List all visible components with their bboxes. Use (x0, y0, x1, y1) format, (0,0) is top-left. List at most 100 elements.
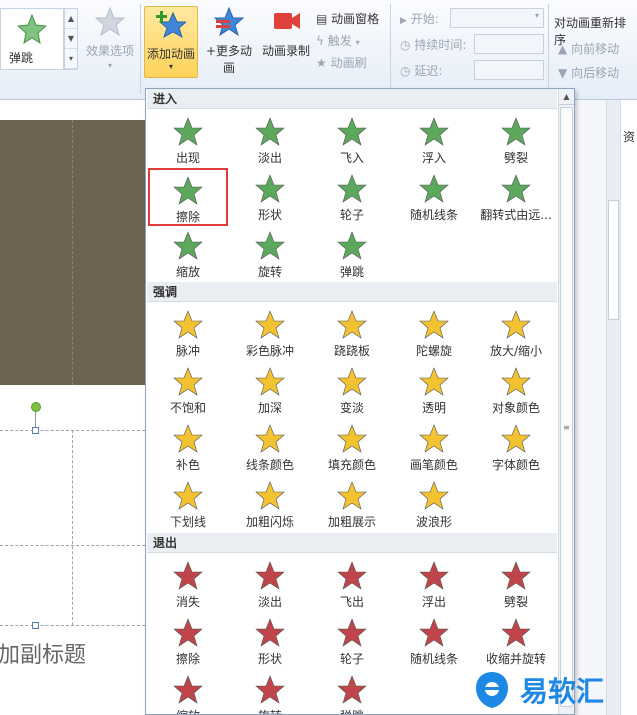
animation-item[interactable]: 对象颜色 (476, 361, 556, 419)
animation-item[interactable]: 形状 (230, 612, 310, 670)
lightning-icon: ϟ (316, 34, 324, 48)
animation-item[interactable]: 画笔颜色 (394, 418, 474, 476)
animation-item[interactable]: 彩色脉冲 (230, 304, 310, 362)
animation-item[interactable]: 轮子 (312, 168, 392, 226)
gallery-more-icon[interactable]: ▾ (65, 49, 77, 69)
gallery-down-icon[interactable]: ▼ (65, 29, 77, 49)
animation-item[interactable]: 淡出 (230, 111, 310, 169)
animation-item[interactable]: 线条颜色 (230, 418, 310, 476)
animation-item[interactable]: 劈裂 (476, 555, 556, 613)
animation-item[interactable]: 擦除 (148, 612, 228, 670)
animation-item[interactable]: 字体颜色 (476, 418, 556, 476)
animation-item[interactable]: 陀螺旋 (394, 304, 474, 362)
resize-handle-icon[interactable] (32, 427, 39, 434)
animation-item-label: 出现 (175, 151, 200, 165)
animation-item[interactable]: 淡出 (230, 555, 310, 613)
animation-item-label: 消失 (175, 595, 200, 609)
animation-item[interactable]: 形状 (230, 168, 310, 226)
subtitle-placeholder[interactable]: 加副标题 (0, 637, 86, 669)
star-icon (337, 174, 367, 203)
rotate-handle-icon[interactable] (31, 402, 41, 412)
duration-field[interactable] (474, 34, 544, 54)
animation-item-label: 字体颜色 (491, 458, 540, 472)
scrollbar-thumb[interactable] (608, 200, 619, 320)
effect-gallery-scroll[interactable]: ▲ ▼ ▾ (64, 8, 78, 70)
effect-options-button[interactable]: 效果选项 ▾ (82, 6, 138, 70)
animation-item[interactable]: 不饱和 (148, 361, 228, 419)
slide-canvas[interactable]: 加副标题 (0, 100, 145, 715)
animation-item-label: 飞出 (339, 595, 364, 609)
animation-item[interactable]: 随机线条 (394, 168, 474, 226)
add-animation-button[interactable]: 添加动画 ▾ (144, 6, 198, 78)
animation-item[interactable]: 浮入 (394, 111, 474, 169)
start-row: ▶ 开始: (400, 10, 439, 27)
gallery-scrollbar[interactable]: ▲ ≡ (558, 89, 574, 714)
delay-row: ◷ 延迟: (400, 62, 442, 79)
animation-painter-button[interactable]: ★ 动画刷 (316, 54, 367, 71)
scrollbar-thumb[interactable]: ≡ (560, 107, 573, 707)
slide-scrollbar[interactable] (606, 100, 620, 715)
animation-item[interactable]: 翻转式由远... (476, 168, 556, 226)
effect-gallery[interactable]: 弹跳 (0, 8, 64, 70)
animation-item-label: 下划线 (169, 515, 206, 529)
start-select[interactable]: ▾ (450, 8, 544, 28)
record-animation-button[interactable]: 动画录制 (259, 6, 313, 59)
animation-item[interactable]: 旋转 (230, 225, 310, 283)
effect-options-icon (95, 6, 125, 36)
animation-pane-button[interactable]: ▤ 动画窗格 (316, 10, 379, 27)
animation-item[interactable]: 浮出 (394, 555, 474, 613)
animation-item-label: 收缩并旋转 (485, 652, 546, 666)
animation-item[interactable]: 波浪形 (394, 475, 474, 533)
animation-item[interactable]: 擦除 (148, 168, 228, 226)
animation-item-label: 浮出 (421, 595, 446, 609)
move-earlier-label: 向前移动 (571, 42, 620, 56)
chevron-down-icon: ▾ (355, 38, 360, 47)
animation-item[interactable]: 飞入 (312, 111, 392, 169)
animation-item[interactable]: 收缩并旋转 (476, 612, 556, 670)
star-icon (173, 310, 203, 339)
clock-icon: ◷ (400, 38, 411, 52)
animation-item-label: 随机线条 (409, 208, 458, 222)
animation-item[interactable]: 补色 (148, 418, 228, 476)
animation-item[interactable]: 轮子 (312, 612, 392, 670)
star-icon (255, 424, 285, 453)
star-icon (419, 424, 449, 453)
animation-item[interactable]: 加粗展示 (312, 475, 392, 533)
trigger-button[interactable]: ϟ 触发 ▾ (316, 32, 360, 49)
animation-item[interactable]: 跷跷板 (312, 304, 392, 362)
animation-item[interactable]: 缩放 (148, 225, 228, 283)
move-later-button[interactable]: ▼ 向后移动 (558, 64, 619, 81)
delay-field[interactable] (474, 60, 544, 80)
star-icon (173, 561, 203, 590)
animation-item[interactable]: 脉冲 (148, 304, 228, 362)
star-icon (214, 6, 244, 36)
animation-item[interactable]: 弹跳 (312, 669, 392, 714)
animation-item[interactable]: 消失 (148, 555, 228, 613)
star-icon (337, 561, 367, 590)
gallery-up-icon[interactable]: ▲ (65, 9, 77, 29)
animation-item[interactable]: 透明 (394, 361, 474, 419)
resize-handle-icon[interactable] (32, 622, 39, 629)
animation-item[interactable]: 缩放 (148, 669, 228, 714)
animation-item[interactable]: 旋转 (230, 669, 310, 714)
star-icon (419, 117, 449, 146)
scroll-up-icon[interactable]: ▲ (559, 89, 574, 105)
animation-item[interactable]: 随机线条 (394, 612, 474, 670)
animation-item[interactable]: 填充颜色 (312, 418, 392, 476)
more-animations-button[interactable]: +更多动画 (201, 6, 257, 76)
animation-item[interactable]: 加深 (230, 361, 310, 419)
animation-item[interactable]: 加粗闪烁 (230, 475, 310, 533)
move-earlier-button[interactable]: ▲ 向前移动 (558, 40, 619, 57)
animation-item-label: 淡出 (257, 595, 282, 609)
animation-item[interactable]: 下划线 (148, 475, 228, 533)
animation-item[interactable]: 变淡 (312, 361, 392, 419)
star-icon (255, 675, 285, 704)
animation-item[interactable]: 飞出 (312, 555, 392, 613)
star-icon (173, 231, 203, 260)
star-icon (419, 310, 449, 339)
animation-item[interactable]: 出现 (148, 111, 228, 169)
animation-item[interactable]: 放大/缩小 (476, 304, 556, 362)
animation-item[interactable]: 劈裂 (476, 111, 556, 169)
animation-item[interactable]: 弹跳 (312, 225, 392, 283)
animation-item-label: 浮入 (421, 151, 446, 165)
